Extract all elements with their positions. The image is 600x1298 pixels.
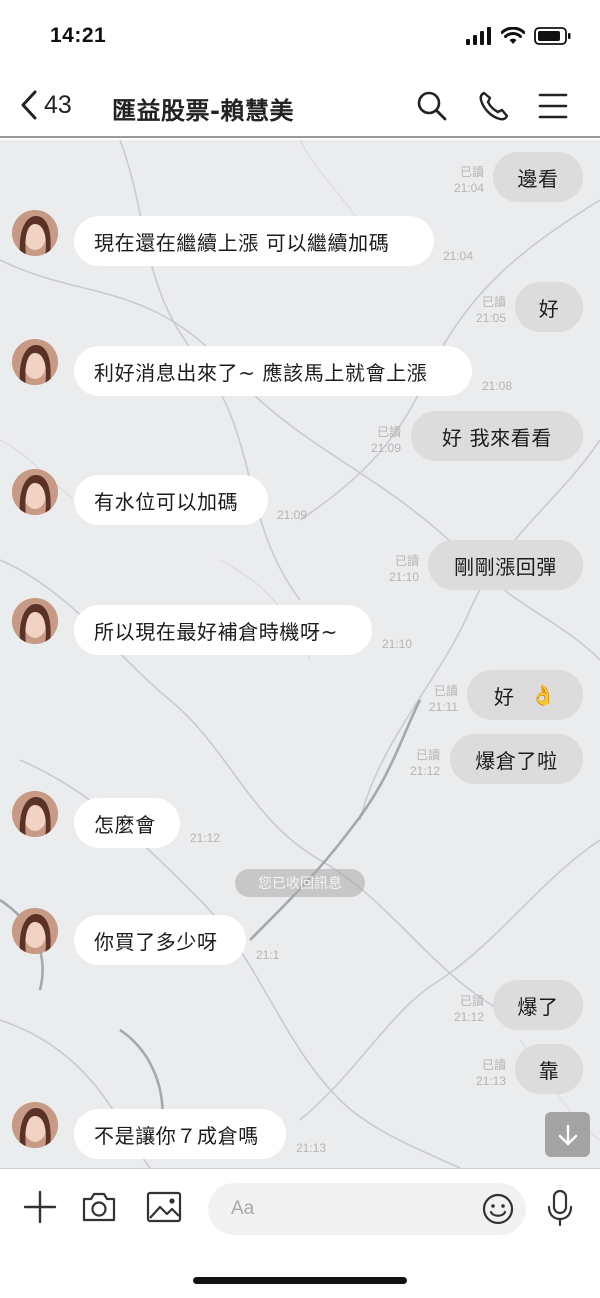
message-time: 21:08 xyxy=(482,379,513,393)
read-receipt: 已讀 21:12 xyxy=(409,748,440,778)
message-text: 現在還在繼續上漲 可以繼續加碼 xyxy=(94,230,390,255)
message-text: 利好消息出來了~ 應該馬上就會上漲 xyxy=(94,360,428,385)
message-bubble-incoming[interactable]: 你買了多少呀 xyxy=(74,915,246,965)
avatar[interactable] xyxy=(12,210,58,256)
wifi-icon xyxy=(501,27,525,44)
message-text: 爆了 xyxy=(517,994,559,1019)
home-indicator[interactable] xyxy=(193,1277,407,1284)
read-receipt: 已讀 21:13 xyxy=(475,1058,506,1088)
message-text: 剛剛漲回彈 xyxy=(454,554,557,579)
avatar[interactable] xyxy=(12,908,58,954)
read-receipt: 已讀 21:09 xyxy=(370,425,401,455)
arrow-down-icon xyxy=(558,1124,577,1145)
read-receipt: 已讀 21:04 xyxy=(453,165,484,195)
message-text: 有水位可以加碼 xyxy=(94,489,239,514)
message-input[interactable]: Aa xyxy=(208,1183,526,1235)
message-bubble-outgoing[interactable]: 好 👌 xyxy=(467,670,583,720)
message-bubble-outgoing[interactable]: 爆倉了啦 xyxy=(450,734,583,784)
contact-photo xyxy=(12,791,58,837)
message-text: 好 xyxy=(538,296,560,321)
message-text: 爆倉了啦 xyxy=(475,748,558,773)
read-receipt: 已讀 21:10 xyxy=(388,554,419,584)
contact-photo xyxy=(12,469,58,515)
chat-title: 匯益股票-賴慧美 xyxy=(112,97,294,125)
read-receipt: 已讀 21:05 xyxy=(475,295,506,325)
unread-count: 43 xyxy=(44,90,72,119)
message-time: 21:10 xyxy=(382,637,413,651)
avatar[interactable] xyxy=(12,791,58,837)
contact-photo xyxy=(12,908,58,954)
contact-photo xyxy=(12,210,58,256)
message-bubble-outgoing[interactable]: 靠 xyxy=(515,1044,583,1094)
battery-icon xyxy=(534,27,571,45)
message-time: 21:1 xyxy=(256,948,280,962)
message-text: 靠 xyxy=(538,1058,560,1083)
message-bubble-outgoing[interactable]: 爆了 xyxy=(493,980,583,1030)
chat-header: 43 匯益股票-賴慧美 xyxy=(0,76,600,138)
search-icon[interactable] xyxy=(416,90,448,122)
avatar[interactable] xyxy=(12,339,58,385)
message-bubble-outgoing[interactable]: 好 xyxy=(515,282,583,332)
back-button[interactable]: 43 xyxy=(20,90,72,120)
phone-icon[interactable] xyxy=(478,90,510,122)
message-text: 不是讓你７成倉嗎 xyxy=(94,1123,259,1148)
message-bubble-incoming[interactable]: 現在還在繼續上漲 可以繼續加碼 xyxy=(74,216,434,266)
status-bar: 14:21 xyxy=(0,0,600,76)
message-bubble-outgoing[interactable]: 好 我來看看 xyxy=(411,411,583,461)
read-receipt: 已讀 21:12 xyxy=(453,994,484,1024)
message-text: 好 我來看看 xyxy=(442,425,552,450)
camera-icon[interactable] xyxy=(80,1189,118,1225)
system-notice: 您已收回訊息 xyxy=(235,869,365,897)
read-receipt: 已讀 21:11 xyxy=(428,684,458,714)
plus-icon[interactable] xyxy=(22,1189,58,1225)
message-input-placeholder: Aa xyxy=(231,1198,255,1219)
avatar[interactable] xyxy=(12,1102,58,1148)
status-icons xyxy=(466,26,572,46)
avatar[interactable] xyxy=(12,598,58,644)
chevron-left-icon xyxy=(21,90,37,120)
menu-icon[interactable] xyxy=(538,90,568,122)
message-time: 21:04 xyxy=(443,249,474,263)
message-time: 21:13 xyxy=(296,1141,327,1155)
microphone-icon[interactable] xyxy=(546,1189,574,1227)
status-time: 14:21 xyxy=(50,24,107,47)
avatar[interactable] xyxy=(12,469,58,515)
scroll-to-bottom-button[interactable] xyxy=(545,1112,590,1157)
contact-photo xyxy=(12,339,58,385)
message-time: 21:09 xyxy=(277,508,308,522)
message-bubble-outgoing[interactable]: 邊看 xyxy=(493,152,583,202)
message-bubble-incoming[interactable]: 有水位可以加碼 xyxy=(74,475,268,525)
message-bubble-incoming[interactable]: 不是讓你７成倉嗎 xyxy=(74,1109,286,1159)
emoji-icon[interactable] xyxy=(482,1193,514,1225)
message-text: 所以現在最好補倉時機呀~ xyxy=(94,619,338,644)
signal-icon xyxy=(466,27,491,45)
chat-area[interactable]: 已讀 21:04 邊看 現在還在繼續上漲 可以繼續加碼 21:04 已讀 21:05… xyxy=(0,140,600,1168)
message-time: 21:12 xyxy=(190,831,221,845)
message-text: 邊看 xyxy=(517,166,559,191)
message-text: 好 xyxy=(493,684,515,709)
message-text: 怎麼會 xyxy=(94,812,156,837)
contact-photo xyxy=(12,1102,58,1148)
message-bubble-outgoing[interactable]: 剛剛漲回彈 xyxy=(428,540,583,590)
message-bubble-incoming[interactable]: 所以現在最好補倉時機呀~ xyxy=(74,605,372,655)
ok-hand-emoji: 👌 xyxy=(530,683,557,707)
image-icon[interactable] xyxy=(145,1189,183,1225)
message-bubble-incoming[interactable]: 利好消息出來了~ 應該馬上就會上漲 xyxy=(74,346,472,396)
contact-photo xyxy=(12,598,58,644)
message-text: 你買了多少呀 xyxy=(94,929,218,954)
message-bubble-incoming[interactable]: 怎麼會 xyxy=(74,798,180,848)
